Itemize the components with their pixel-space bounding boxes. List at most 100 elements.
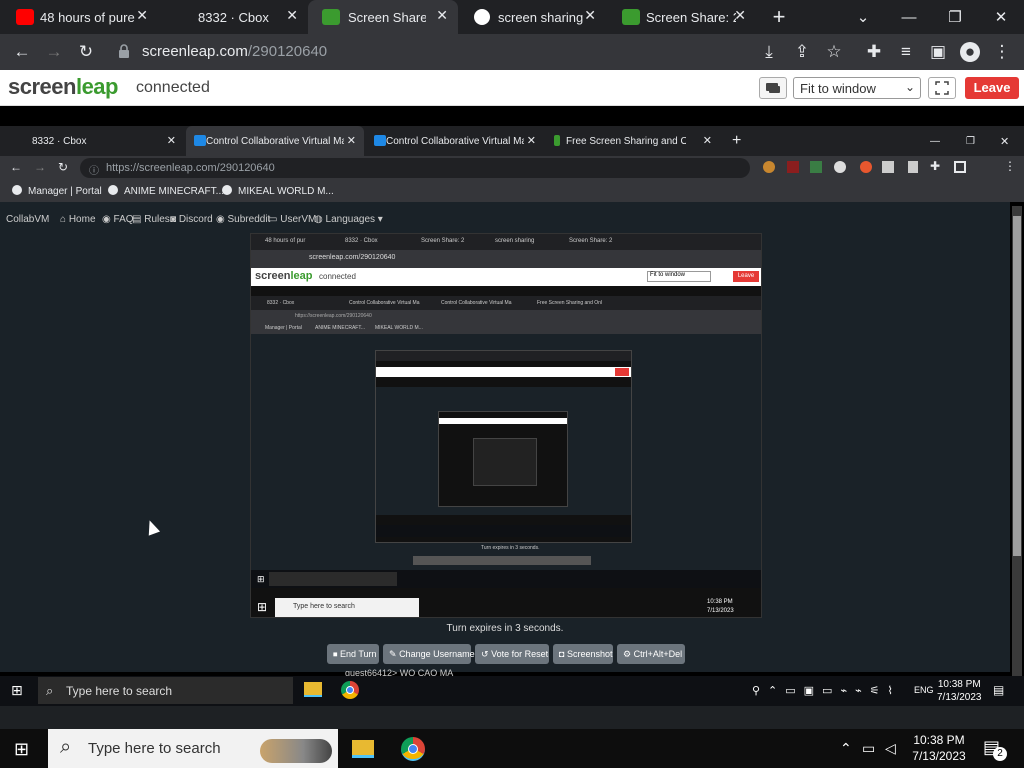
remote-tab-collabvm-active[interactable]: Control Collaborative Virtual Ma ✕ xyxy=(186,126,364,156)
bookmark-item[interactable]: MIKEAL WORLD M... xyxy=(222,185,334,197)
vote-reset-button[interactable]: ↺ Vote for Reset xyxy=(475,644,549,664)
tab-screen-share-2[interactable]: Screen Share: 2 ✕ xyxy=(606,0,756,34)
screenshot-button[interactable]: ◘ Screenshot xyxy=(553,644,613,664)
address-bar[interactable]: screenleap.com/290120640 xyxy=(110,39,750,65)
tab-title: Control Collaborative Virtual Ma xyxy=(206,136,344,147)
ublock-icon[interactable] xyxy=(787,161,799,173)
close-window-button[interactable]: ✕ xyxy=(978,0,1024,34)
tab-screen-share-active[interactable]: Screen Share: 2 ✕ xyxy=(308,0,458,34)
close-tab-icon[interactable]: ✕ xyxy=(584,7,596,24)
fullscreen-button[interactable] xyxy=(928,77,956,99)
remote-back-icon[interactable]: ← xyxy=(10,160,22,174)
remote-search-box[interactable]: ⌕ Type here to search xyxy=(38,677,293,704)
chat-button[interactable] xyxy=(759,77,787,99)
close-tab-icon[interactable]: ✕ xyxy=(286,7,298,24)
close-tab-icon[interactable]: ✕ xyxy=(703,134,712,147)
extensions-icon[interactable]: ✚ xyxy=(930,159,940,173)
bookmark-label: ANIME MINECRAFT... xyxy=(124,186,225,197)
tab-youtube[interactable]: 48 hours of pure ✕ xyxy=(0,0,158,34)
remote-tab-cbox[interactable]: 8332 · Cbox ✕ xyxy=(22,126,184,156)
extensions-icon[interactable]: ✚ xyxy=(864,42,884,62)
nav-languages[interactable]: ◍ Languages ▾ xyxy=(314,214,383,225)
profile-avatar-icon[interactable]: ● xyxy=(960,42,980,62)
start-icon[interactable]: ⊞ xyxy=(14,739,29,760)
menu-kebab-icon[interactable]: ⋮ xyxy=(1004,159,1016,173)
tab-google-search[interactable]: screen sharing ✕ xyxy=(458,0,606,34)
nav-rules[interactable]: ▤ Rules xyxy=(132,214,170,225)
leave-button[interactable]: Leave xyxy=(965,77,1019,99)
reload-icon[interactable]: ↻ xyxy=(76,42,96,62)
ext-tomato-icon[interactable] xyxy=(860,161,872,173)
remote-new-tab-button[interactable]: + xyxy=(732,126,741,156)
nav-home[interactable]: ⌂ Home xyxy=(60,214,96,225)
bookmark-item[interactable]: Manager | Portal xyxy=(12,185,102,197)
lock-icon xyxy=(119,44,129,58)
language-indicator[interactable]: ENG xyxy=(914,685,934,695)
taskbar-clock[interactable]: 10:38 PM 7/13/2023 xyxy=(905,732,973,764)
remote-tab-screenleap[interactable]: Free Screen Sharing and Onl ✕ xyxy=(546,126,720,156)
extension-icons[interactable]: ✚ ⋮ xyxy=(760,159,1020,175)
page-scrollbar[interactable] xyxy=(1012,206,1022,676)
bookmark-star-icon[interactable]: ☆ xyxy=(824,42,844,62)
file-explorer-icon[interactable] xyxy=(352,740,374,758)
collabvm-brand[interactable]: CollabVM xyxy=(6,214,49,225)
close-tab-icon[interactable]: ✕ xyxy=(436,7,448,24)
ext-doc-icon[interactable] xyxy=(908,161,918,173)
back-icon[interactable]: ← xyxy=(12,42,32,62)
side-panel-icon[interactable]: ▣ xyxy=(928,42,948,62)
nav-faq[interactable]: ◉ FAQ xyxy=(102,214,134,225)
install-app-icon[interactable]: ⤓ xyxy=(759,42,779,62)
side-panel-icon[interactable] xyxy=(954,161,966,173)
share-icon[interactable]: ⇪ xyxy=(792,42,812,62)
scrollbar-thumb[interactable] xyxy=(1013,216,1021,556)
remote-restore-icon[interactable]: ❐ xyxy=(966,126,975,156)
remote-clock[interactable]: 10:38 PM 7/13/2023 xyxy=(937,678,982,704)
vm-start-icon: ⊞ xyxy=(257,600,268,614)
close-tab-icon[interactable]: ✕ xyxy=(347,134,356,147)
file-explorer-icon[interactable] xyxy=(304,682,322,697)
cookie-icon[interactable] xyxy=(763,161,775,173)
remote-close-icon[interactable]: ✕ xyxy=(1000,126,1009,156)
forward-icon[interactable]: → xyxy=(44,42,64,62)
network-icon[interactable]: ▭ xyxy=(862,740,875,757)
close-tab-icon[interactable]: ✕ xyxy=(167,134,176,147)
stylus-icon[interactable] xyxy=(810,161,822,173)
chrome-icon[interactable] xyxy=(341,681,359,699)
media-queue-icon[interactable]: ≡ xyxy=(896,42,916,62)
remote-forward-icon[interactable]: → xyxy=(34,160,46,174)
volume-muted-icon[interactable]: ◁ xyxy=(885,740,896,757)
close-tab-icon[interactable]: ✕ xyxy=(136,7,148,24)
tab-search-chevron-icon[interactable]: ⌄ xyxy=(840,0,886,34)
menu-kebab-icon[interactable]: ⋮ xyxy=(992,42,1012,62)
end-turn-button[interactable]: ⏹ End Turn xyxy=(327,644,379,664)
tab-cbox[interactable]: 8332 · Cbox ✕ xyxy=(158,0,308,34)
new-tab-button[interactable]: + xyxy=(756,0,802,34)
close-tab-icon[interactable]: ✕ xyxy=(734,7,746,24)
remote-reload-icon[interactable]: ↻ xyxy=(58,160,68,174)
nav-discord[interactable]: ◙ Discord xyxy=(170,214,213,225)
minimize-button[interactable]: — xyxy=(886,0,932,34)
bookmark-item[interactable]: ANIME MINECRAFT... xyxy=(108,185,224,197)
close-tab-icon[interactable]: ✕ xyxy=(527,134,536,147)
show-hidden-icons-chevron[interactable]: ⌃ xyxy=(840,740,852,757)
chrome-icon[interactable] xyxy=(401,737,425,761)
remote-minimize-icon[interactable]: — xyxy=(930,126,940,156)
taskbar-search-box[interactable]: ⌕ Type here to search xyxy=(48,729,338,768)
remote-start-icon[interactable]: ⊞ xyxy=(11,682,23,699)
vm-clock-date: 7/13/2023 xyxy=(707,608,734,614)
vm-display[interactable]: 48 hours of pur 8332 · Cbox Screen Share… xyxy=(250,233,762,618)
ext-printer-icon[interactable] xyxy=(882,161,894,173)
vm-url: screenleap.com/290120640 xyxy=(309,254,396,261)
change-username-button[interactable]: ✎ Change Username xyxy=(383,644,475,664)
nav-uservm[interactable]: ▭ UserVM xyxy=(268,214,316,225)
remote-tab-collabvm[interactable]: Control Collaborative Virtual Ma ✕ xyxy=(366,126,544,156)
fit-to-window-select[interactable]: Fit to window ⌄ xyxy=(793,77,921,99)
shared-screen-view[interactable]: 8332 · Cbox ✕ Control Collaborative Virtu… xyxy=(0,106,1024,706)
ctrl-alt-del-button[interactable]: ⚙ Ctrl+Alt+Del xyxy=(617,644,685,664)
nav-subreddit[interactable]: ◉ Subreddit xyxy=(216,214,270,225)
restore-button[interactable]: ❐ xyxy=(932,0,978,34)
remote-address-bar[interactable]: ⓘ https://screenleap.com/290120640 xyxy=(80,158,750,178)
vm-screenleap-bar: screenleap connected Fit to window Leave xyxy=(251,268,761,286)
remote-notification-icon[interactable]: ▤ xyxy=(993,683,1004,697)
ext-circle-icon[interactable] xyxy=(834,161,846,173)
